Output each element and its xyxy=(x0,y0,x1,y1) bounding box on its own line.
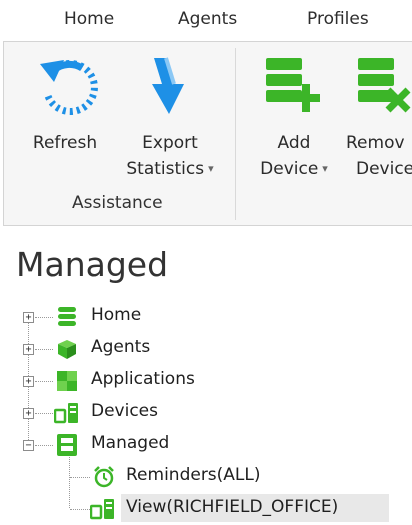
remove-device-button[interactable]: Remov Device xyxy=(346,52,412,182)
tab-profiles[interactable]: Profiles xyxy=(307,9,369,29)
tab-home[interactable]: Home xyxy=(64,9,114,29)
tree-item-label: Home xyxy=(91,305,142,325)
tree-item-agents[interactable]: + Agents xyxy=(0,334,412,362)
tree-item-view-richfield-office[interactable]: View(RICHFIELD_OFFICE) xyxy=(0,494,412,522)
tree-item-managed[interactable]: − Managed xyxy=(0,430,412,458)
tree-item-label: Agents xyxy=(91,337,151,357)
tree-item-label: Devices xyxy=(91,401,158,421)
tree-connector xyxy=(35,381,53,382)
add-device-label-line1: Add xyxy=(277,133,311,153)
remove-device-icon xyxy=(358,58,411,113)
add-device-label-line2: Device xyxy=(260,159,319,179)
ribbon: Refresh Export Statistics▾ Add Device▾ xyxy=(3,41,412,226)
cube-icon xyxy=(58,340,76,359)
refresh-button[interactable]: Refresh xyxy=(18,52,112,174)
export-arrow-icon xyxy=(152,57,184,114)
page-title: Managed xyxy=(16,245,169,284)
tree-item-home[interactable]: + Home xyxy=(0,302,412,330)
devices-icon xyxy=(54,403,78,424)
devices-icon xyxy=(90,499,114,520)
collapse-icon[interactable]: − xyxy=(23,440,34,451)
tree-connector xyxy=(70,509,90,510)
export-statistics-button[interactable]: Export Statistics ▾ xyxy=(110,52,230,182)
alarm-clock-icon xyxy=(94,466,114,488)
tree-item-reminders[interactable]: Reminders(ALL) xyxy=(0,462,412,490)
expand-icon[interactable]: + xyxy=(23,376,34,387)
tree-connector xyxy=(35,317,53,318)
managed-icon xyxy=(57,434,77,456)
tree-item-label: View(RICHFIELD_OFFICE) xyxy=(126,497,339,517)
add-device-icon xyxy=(266,58,320,112)
tab-agents[interactable]: Agents xyxy=(178,9,237,29)
tree-connector xyxy=(35,349,53,350)
tree-item-label: Reminders(ALL) xyxy=(126,465,261,485)
refresh-icon xyxy=(40,60,98,115)
remove-device-label-line2: Device xyxy=(356,159,412,179)
refresh-label: Refresh xyxy=(32,133,98,153)
tree-connector xyxy=(35,445,53,446)
ribbon-group-divider xyxy=(235,48,236,220)
tree-connector xyxy=(70,477,90,478)
expand-icon[interactable]: + xyxy=(23,408,34,419)
navigation-tree: + Home + Agents + Applications + Devices… xyxy=(0,300,412,525)
puzzle-icon xyxy=(57,371,77,391)
add-device-button[interactable]: Add Device ▾ xyxy=(248,52,340,182)
ribbon-tab-bar: Home Agents Profiles xyxy=(0,0,412,40)
tree-item-label: Managed xyxy=(91,433,170,453)
tree-item-label: Applications xyxy=(91,369,195,389)
tree-item-applications[interactable]: + Applications xyxy=(0,366,412,394)
chevron-down-icon: ▾ xyxy=(208,162,214,175)
tree-item-devices[interactable]: + Devices xyxy=(0,398,412,426)
tree-connector xyxy=(35,413,53,414)
expand-icon[interactable]: + xyxy=(23,344,34,355)
remove-device-label-line1: Remov xyxy=(346,133,405,153)
chevron-down-icon: ▾ xyxy=(322,162,328,175)
database-icon xyxy=(58,307,76,326)
expand-icon[interactable]: + xyxy=(23,312,34,323)
ribbon-group-label: Assistance xyxy=(72,193,163,213)
export-label-line1: Export xyxy=(142,133,198,153)
export-label-line2: Statistics xyxy=(126,159,205,179)
